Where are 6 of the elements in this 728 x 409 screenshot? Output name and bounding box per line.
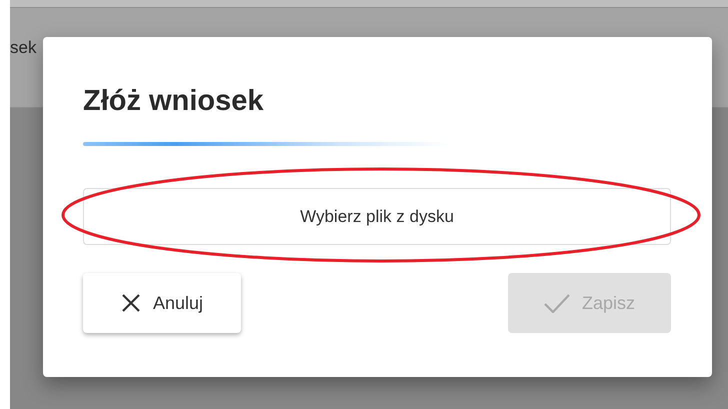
header-text: sek bbox=[10, 36, 36, 59]
choose-file-button[interactable]: Wybierz plik z dysku bbox=[83, 188, 671, 245]
dialog-title: Złóż wniosek bbox=[83, 84, 264, 119]
close-icon bbox=[120, 293, 141, 313]
cancel-button[interactable]: Anuluj bbox=[83, 273, 241, 333]
checkmark-icon bbox=[544, 293, 570, 313]
